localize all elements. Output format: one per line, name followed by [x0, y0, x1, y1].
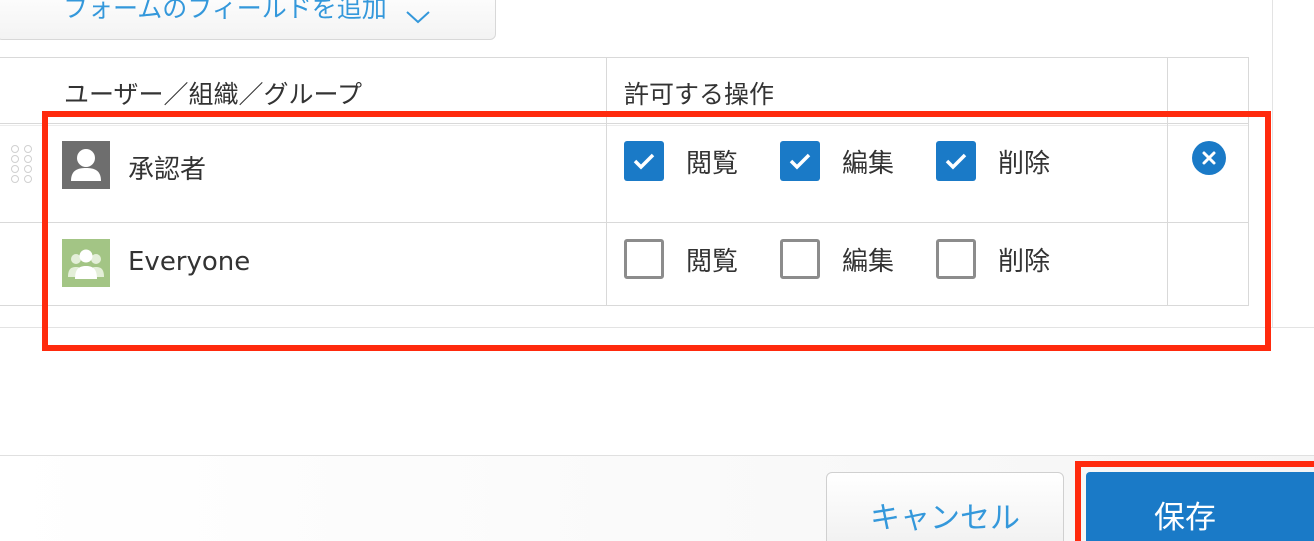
checkbox-delete-checked[interactable] — [936, 141, 976, 181]
checkbox-delete-unchecked[interactable] — [936, 239, 976, 279]
permission-label: 編集 — [842, 246, 895, 277]
save-button-label: 保存 — [1154, 500, 1216, 536]
table-row: 承認者 閲覧 編集 削除 — [0, 125, 1249, 223]
table-border-top — [0, 57, 1249, 58]
permission-view[interactable]: 閲覧 — [624, 239, 738, 279]
table-row: Everyone 閲覧 編集 削除 — [0, 223, 1249, 321]
permission-edit[interactable]: 編集 — [780, 239, 894, 279]
checkbox-view-unchecked[interactable] — [624, 239, 664, 279]
permission-edit[interactable]: 編集 — [780, 141, 894, 181]
entity-name: Everyone — [128, 247, 251, 277]
permission-label: 編集 — [842, 148, 895, 179]
permission-delete[interactable]: 削除 — [936, 141, 1050, 181]
permission-settings-panel: フォームのフィールドを追加 ユーザー／組織／グループ 許可する操作 承認者 閲覧… — [0, 0, 1314, 541]
column-header-actions: 許可する操作 — [624, 80, 775, 109]
column-header-entity: ユーザー／組織／グループ — [64, 80, 363, 109]
user-icon — [62, 141, 110, 189]
chevron-down-icon — [405, 9, 431, 25]
panel-divider — [1272, 0, 1273, 328]
cancel-button[interactable]: キャンセル — [826, 472, 1064, 541]
remove-row-icon[interactable] — [1192, 141, 1226, 175]
header-divider — [0, 123, 1249, 124]
add-form-field-label: フォームのフィールドを追加 — [63, 0, 387, 23]
permission-label: 閲覧 — [686, 246, 739, 277]
add-form-field-dropdown[interactable]: フォームのフィールドを追加 — [0, 0, 496, 40]
checkbox-edit-unchecked[interactable] — [780, 239, 820, 279]
checkbox-view-checked[interactable] — [624, 141, 664, 181]
permission-table: ユーザー／組織／グループ 許可する操作 承認者 閲覧 編集 削除 Everyon… — [0, 57, 1249, 306]
section-divider — [0, 327, 1314, 328]
cancel-button-label: キャンセル — [870, 501, 1020, 536]
save-button[interactable]: 保存 — [1086, 472, 1314, 541]
permission-delete[interactable]: 削除 — [936, 239, 1050, 279]
permission-label: 閲覧 — [686, 148, 739, 179]
group-icon — [62, 239, 110, 287]
entity-name: 承認者 — [128, 155, 207, 185]
checkbox-edit-checked[interactable] — [780, 141, 820, 181]
permission-label: 削除 — [998, 148, 1051, 179]
drag-handle-icon[interactable] — [11, 145, 35, 205]
permission-view[interactable]: 閲覧 — [624, 141, 738, 181]
permission-label: 削除 — [998, 246, 1051, 277]
